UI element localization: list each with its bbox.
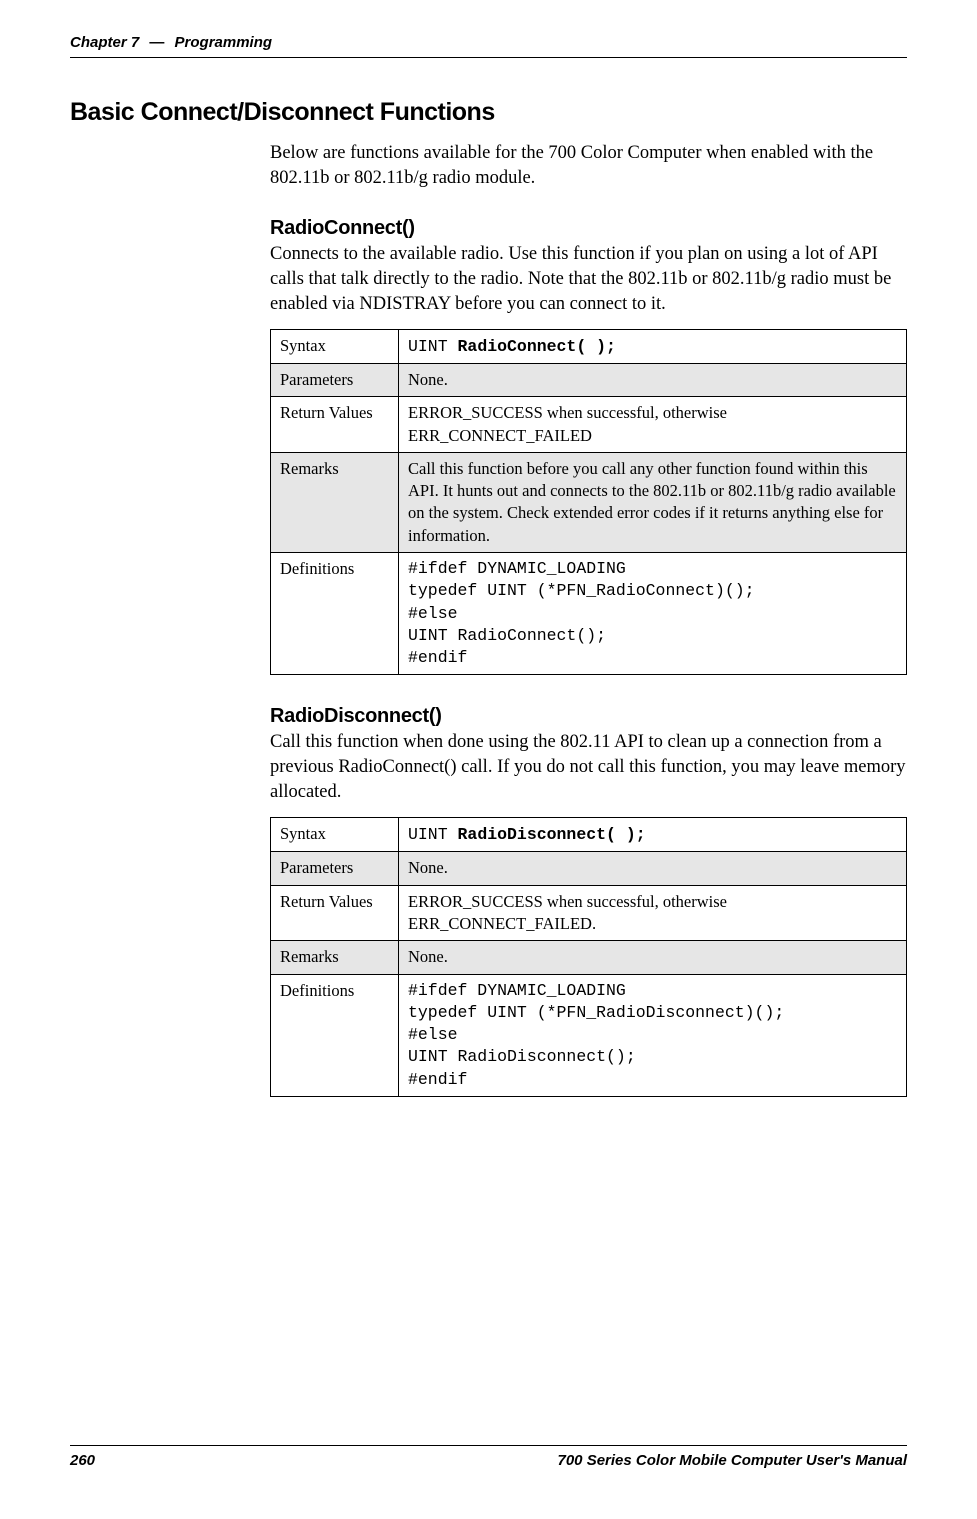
radiodisconnect-body: Call this function when done using the 8… — [270, 730, 907, 805]
definitions-code: #ifdef DYNAMIC_LOADING typedef UINT (*PF… — [408, 980, 897, 1091]
table-row: Definitions #ifdef DYNAMIC_LOADING typed… — [271, 974, 907, 1096]
definitions-label: Definitions — [271, 552, 399, 674]
section-title: Basic Connect/Disconnect Functions — [70, 98, 907, 127]
table-row: Return Values ERROR_SUCCESS when success… — [271, 397, 907, 453]
radiodisconnect-table: Syntax UINT RadioDisconnect( ); Paramete… — [270, 817, 907, 1097]
return-value: ERROR_SUCCESS when successful, otherwise… — [399, 885, 907, 941]
chapter-number: Chapter 7 — [70, 34, 139, 51]
radiodisconnect-title: RadioDisconnect() — [270, 705, 907, 728]
radioconnect-title: RadioConnect() — [270, 217, 907, 240]
header-dash: — — [143, 34, 170, 51]
table-row: Parameters None. — [271, 852, 907, 885]
syntax-value: UINT RadioDisconnect( ); — [399, 818, 907, 852]
page-footer: 260 700 Series Color Mobile Computer Use… — [70, 1445, 907, 1469]
manual-title: 700 Series Color Mobile Computer User's … — [558, 1452, 908, 1469]
syntax-bold: RadioConnect( ); — [458, 337, 616, 356]
syntax-prefix: UINT — [408, 825, 458, 844]
table-row: Syntax UINT RadioDisconnect( ); — [271, 818, 907, 852]
syntax-label: Syntax — [271, 818, 399, 852]
section-intro: Below are functions available for the 70… — [270, 141, 907, 191]
table-row: Definitions #ifdef DYNAMIC_LOADING typed… — [271, 552, 907, 674]
parameters-label: Parameters — [271, 364, 399, 397]
definitions-code: #ifdef DYNAMIC_LOADING typedef UINT (*PF… — [408, 558, 897, 669]
remarks-value: None. — [399, 941, 907, 974]
remarks-label: Remarks — [271, 452, 399, 552]
table-row: Parameters None. — [271, 364, 907, 397]
syntax-bold: RadioDisconnect( ); — [458, 825, 646, 844]
definitions-value: #ifdef DYNAMIC_LOADING typedef UINT (*PF… — [399, 552, 907, 674]
remarks-value: Call this function before you call any o… — [399, 452, 907, 552]
return-label: Return Values — [271, 397, 399, 453]
radioconnect-table: Syntax UINT RadioConnect( ); Parameters … — [270, 329, 907, 675]
table-row: Syntax UINT RadioConnect( ); — [271, 329, 907, 363]
page-header: Chapter 7 — Programming — [70, 34, 907, 58]
return-value: ERROR_SUCCESS when successful, otherwise… — [399, 397, 907, 453]
page-number: 260 — [70, 1452, 95, 1469]
definitions-label: Definitions — [271, 974, 399, 1096]
header-left: Chapter 7 — Programming — [70, 34, 272, 51]
table-row: Return Values ERROR_SUCCESS when success… — [271, 885, 907, 941]
parameters-value: None. — [399, 364, 907, 397]
return-label: Return Values — [271, 885, 399, 941]
radioconnect-body: Connects to the available radio. Use thi… — [270, 242, 907, 317]
table-row: Remarks Call this function before you ca… — [271, 452, 907, 552]
syntax-value: UINT RadioConnect( ); — [399, 329, 907, 363]
parameters-label: Parameters — [271, 852, 399, 885]
syntax-label: Syntax — [271, 329, 399, 363]
chapter-title: Programming — [175, 34, 273, 51]
remarks-label: Remarks — [271, 941, 399, 974]
parameters-value: None. — [399, 852, 907, 885]
syntax-prefix: UINT — [408, 337, 458, 356]
table-row: Remarks None. — [271, 941, 907, 974]
definitions-value: #ifdef DYNAMIC_LOADING typedef UINT (*PF… — [399, 974, 907, 1096]
